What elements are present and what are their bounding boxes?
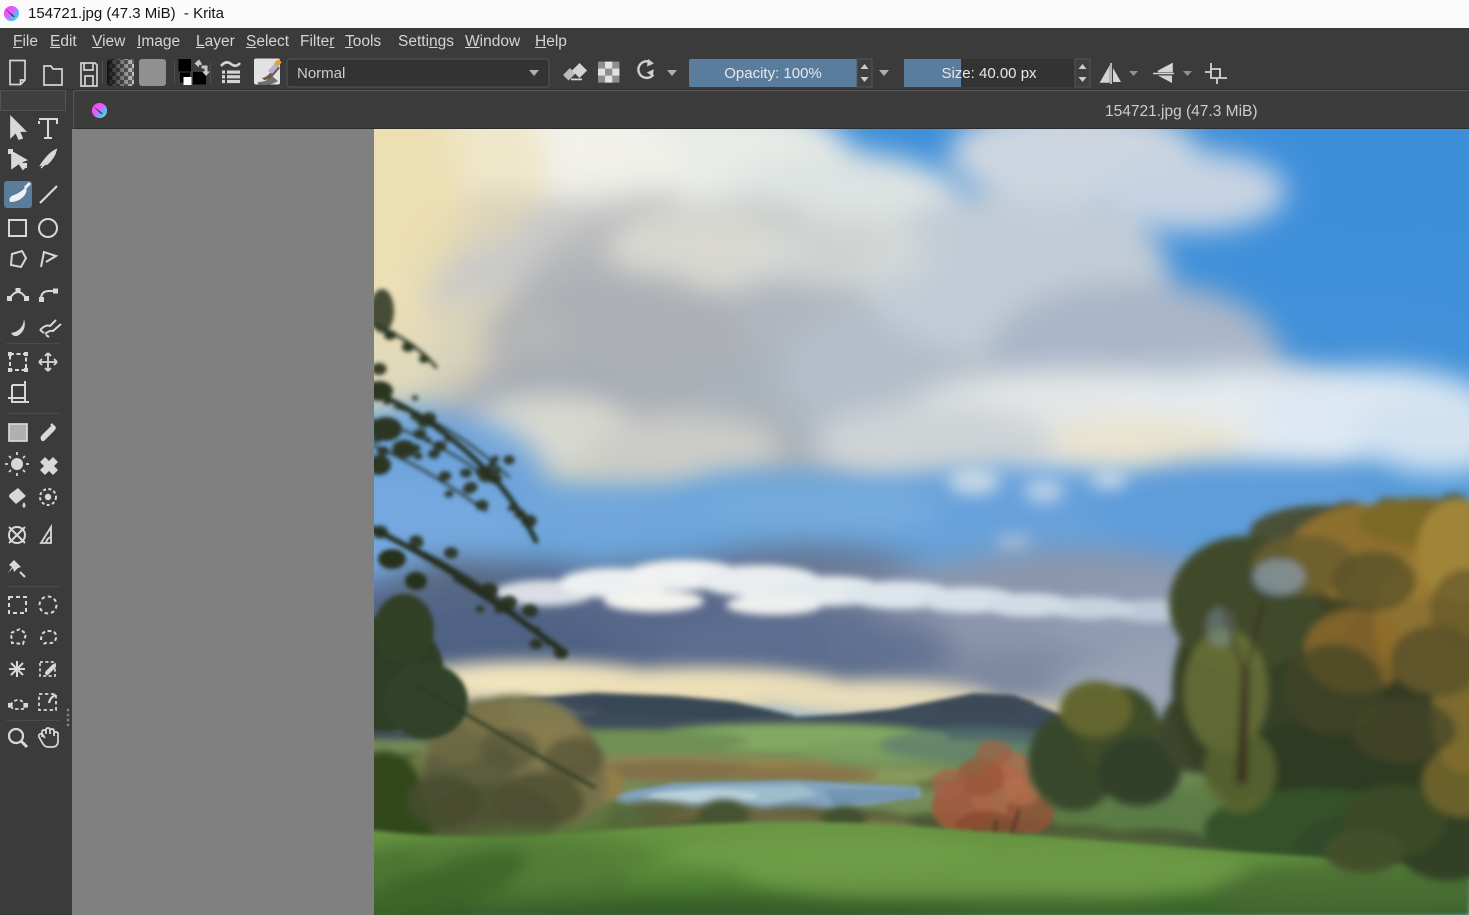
- svg-text:Opacity: 100%: Opacity: 100%: [724, 65, 822, 82]
- svg-text:Normal: Normal: [297, 65, 345, 82]
- svg-text:Size: 40.00 px: Size: 40.00 px: [941, 65, 1037, 82]
